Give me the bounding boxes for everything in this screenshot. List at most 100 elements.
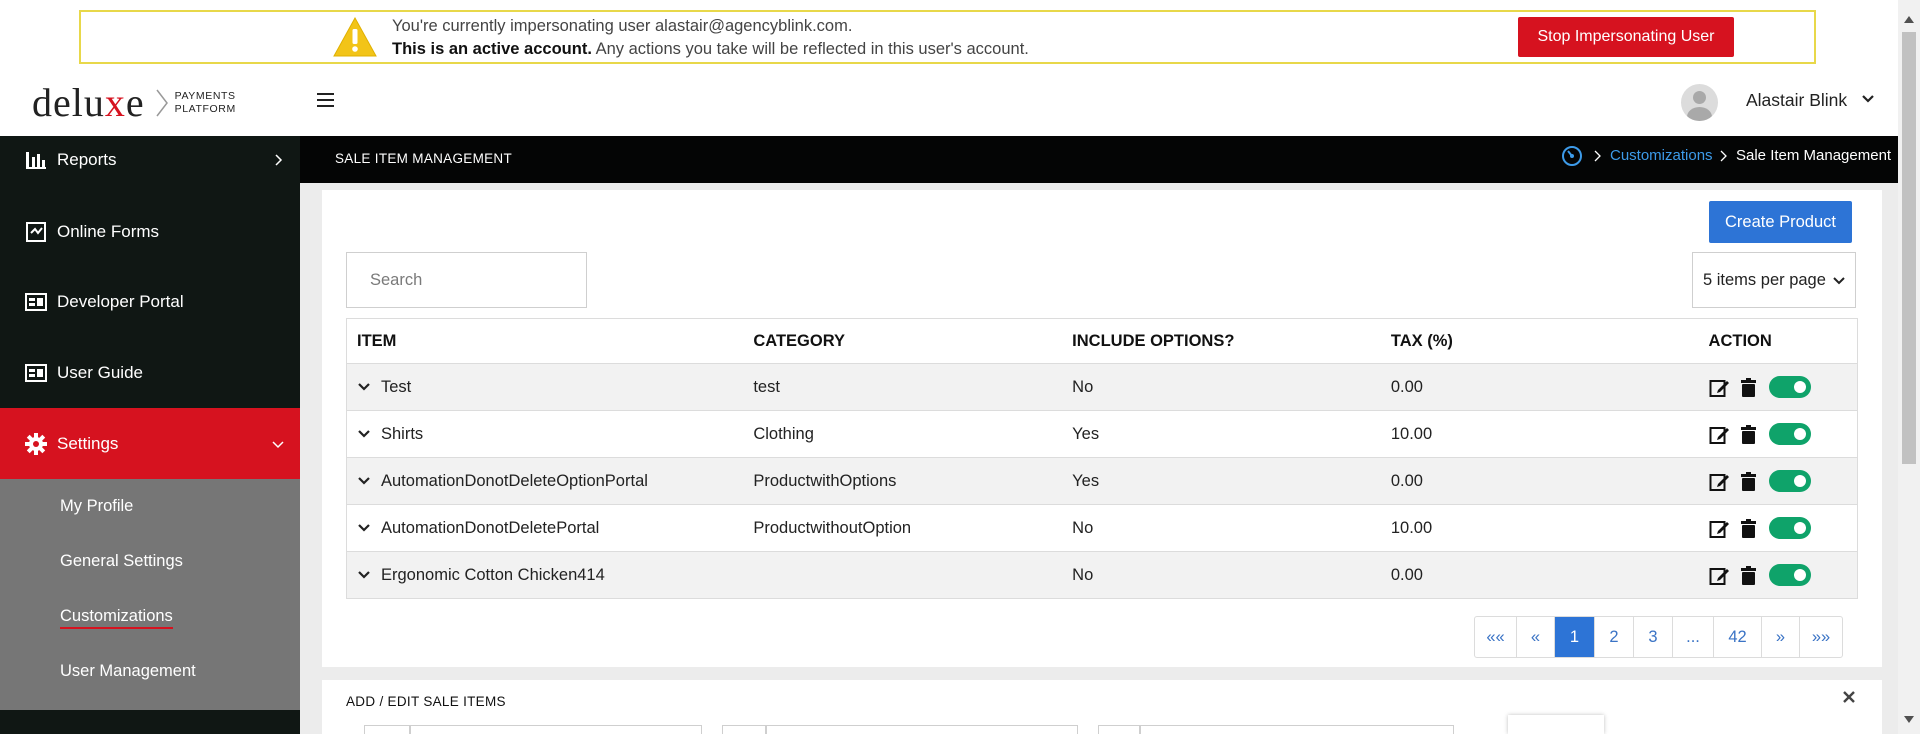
expand-chevron-icon[interactable] [357, 429, 371, 439]
tax-cell: 0.00 [1380, 551, 1699, 599]
submenu-item-general-settings[interactable]: General Settings [60, 552, 183, 571]
section-title: ADD / EDIT SALE ITEMS [346, 694, 506, 709]
impersonation-area: You're currently impersonating user alas… [0, 0, 1898, 72]
edit-icon[interactable] [1709, 565, 1730, 586]
table-row: AutomationDonotDeletePortal Productwitho… [346, 504, 1858, 552]
sale-items-table: ITEM CATEGORY INCLUDE OPTIONS? TAX (%) A… [346, 318, 1858, 599]
page-scrollbar[interactable] [1898, 0, 1920, 734]
item-name: Shirts [381, 424, 424, 443]
trash-icon[interactable] [1738, 471, 1759, 492]
submenu-item-my-profile[interactable]: My Profile [60, 497, 133, 516]
sidebar-item-user-guide[interactable]: User Guide [0, 337, 300, 408]
item-name: AutomationDonotDeletePortal [381, 518, 600, 537]
pagination-last[interactable]: »» [1800, 617, 1842, 657]
options-cell: No [1062, 363, 1381, 411]
submenu-item-customizations[interactable]: Customizations [60, 607, 173, 629]
floating-panel [1508, 715, 1604, 734]
pagination-page-42[interactable]: 42 [1714, 617, 1762, 657]
pagination-page-3[interactable]: 3 [1634, 617, 1673, 657]
action-cell [1698, 363, 1858, 411]
column-header-item[interactable]: ITEM [346, 318, 744, 364]
sidebar-item-label: Reports [57, 149, 117, 169]
item-name: Test [381, 377, 412, 396]
impersonation-line1: You're currently impersonating user alas… [392, 17, 853, 35]
enabled-toggle[interactable] [1768, 423, 1811, 445]
sidebar-item-online-forms[interactable]: Online Forms [0, 196, 300, 267]
stop-impersonating-button[interactable]: Stop Impersonating User [1518, 17, 1734, 57]
expand-chevron-icon[interactable] [357, 570, 371, 580]
form-field[interactable] [410, 725, 702, 734]
submenu-item-user-management[interactable]: User Management [60, 662, 196, 681]
deluxe-logo[interactable]: deluxe PAYMENTS PLATFORM [32, 80, 236, 125]
column-header-tax[interactable]: TAX (%) [1380, 318, 1699, 364]
trash-icon[interactable] [1738, 518, 1759, 539]
items-per-page-select[interactable]: 5 items per page [1692, 252, 1856, 308]
pagination-page-2[interactable]: 2 [1595, 617, 1634, 657]
edit-icon[interactable] [1709, 377, 1730, 398]
sidebar-item-developer-portal[interactable]: Developer Portal [0, 266, 300, 337]
dashboard-icon[interactable] [1561, 145, 1583, 167]
item-cell: Ergonomic Cotton Chicken414 [346, 551, 744, 599]
options-cell: No [1062, 551, 1381, 599]
hamburger-menu-icon[interactable] [317, 93, 334, 107]
scroll-up-arrow-icon[interactable] [1904, 16, 1914, 23]
trash-icon[interactable] [1738, 377, 1759, 398]
pagination-first[interactable]: «« [1475, 617, 1517, 657]
avatar[interactable] [1681, 84, 1718, 121]
category-cell [743, 551, 1063, 599]
search-input[interactable] [346, 252, 587, 308]
category-cell: ProductwithoutOption [743, 504, 1063, 552]
column-header-category[interactable]: CATEGORY [743, 318, 1063, 364]
pagination-next[interactable]: » [1762, 617, 1800, 657]
gear-icon [25, 432, 47, 455]
trash-icon[interactable] [1738, 565, 1759, 586]
field-prefix [722, 725, 766, 734]
edit-icon[interactable] [1709, 518, 1730, 539]
action-cell [1698, 551, 1858, 599]
item-cell: Shirts [346, 410, 744, 458]
chevron-down-icon [1833, 277, 1845, 285]
expand-chevron-icon[interactable] [357, 476, 371, 486]
category-cell: test [743, 363, 1063, 411]
items-per-page-value: 5 items per page [1703, 270, 1826, 289]
breadcrumb-customizations[interactable]: Customizations [1610, 147, 1713, 164]
close-icon[interactable] [1842, 690, 1856, 704]
field-prefix [1098, 725, 1140, 734]
chevron-down-icon[interactable] [1862, 94, 1874, 104]
pagination-ellipsis: ... [1673, 617, 1714, 657]
sidebar-item-settings[interactable]: Settings [0, 408, 300, 479]
enabled-toggle[interactable] [1768, 517, 1811, 539]
table-header-row: ITEM CATEGORY INCLUDE OPTIONS? TAX (%) A… [346, 318, 1858, 364]
expand-chevron-icon[interactable] [357, 523, 371, 533]
logo-wordmark: deluxe [32, 80, 145, 125]
trash-icon[interactable] [1738, 424, 1759, 445]
page-title: SALE ITEM MANAGEMENT [335, 151, 513, 166]
table-row: Ergonomic Cotton Chicken414 No 0.00 [346, 551, 1858, 599]
edit-icon[interactable] [1709, 424, 1730, 445]
pagination-prev[interactable]: « [1517, 617, 1555, 657]
category-cell: Clothing [743, 410, 1063, 458]
expand-chevron-icon[interactable] [357, 382, 371, 392]
user-name[interactable]: Alastair Blink [1746, 90, 1847, 111]
scroll-thumb[interactable] [1902, 32, 1916, 464]
item-cell: Test [346, 363, 744, 411]
form-field[interactable] [766, 725, 1078, 734]
breadcrumb-current: Sale Item Management [1736, 147, 1892, 164]
create-product-button[interactable]: Create Product [1709, 201, 1852, 243]
scroll-down-arrow-icon[interactable] [1904, 716, 1914, 723]
enabled-toggle[interactable] [1768, 470, 1811, 492]
sidebar-item-reports[interactable]: Reports [0, 136, 300, 183]
enabled-toggle[interactable] [1768, 564, 1811, 586]
enabled-toggle[interactable] [1768, 376, 1811, 398]
item-cell: AutomationDonotDeletePortal [346, 504, 744, 552]
column-header-include-options[interactable]: INCLUDE OPTIONS? [1062, 318, 1381, 364]
online-forms-icon [26, 221, 46, 242]
table-row: Test test No 0.00 [346, 363, 1858, 411]
impersonation-message: You're currently impersonating user alas… [392, 15, 1029, 61]
pagination-page-1[interactable]: 1 [1555, 617, 1595, 657]
edit-icon[interactable] [1709, 471, 1730, 492]
item-cell: AutomationDonotDeleteOptionPortal [346, 457, 744, 505]
field-prefix [364, 725, 410, 734]
form-field[interactable] [1140, 725, 1454, 734]
chevron-right-icon [275, 153, 283, 166]
